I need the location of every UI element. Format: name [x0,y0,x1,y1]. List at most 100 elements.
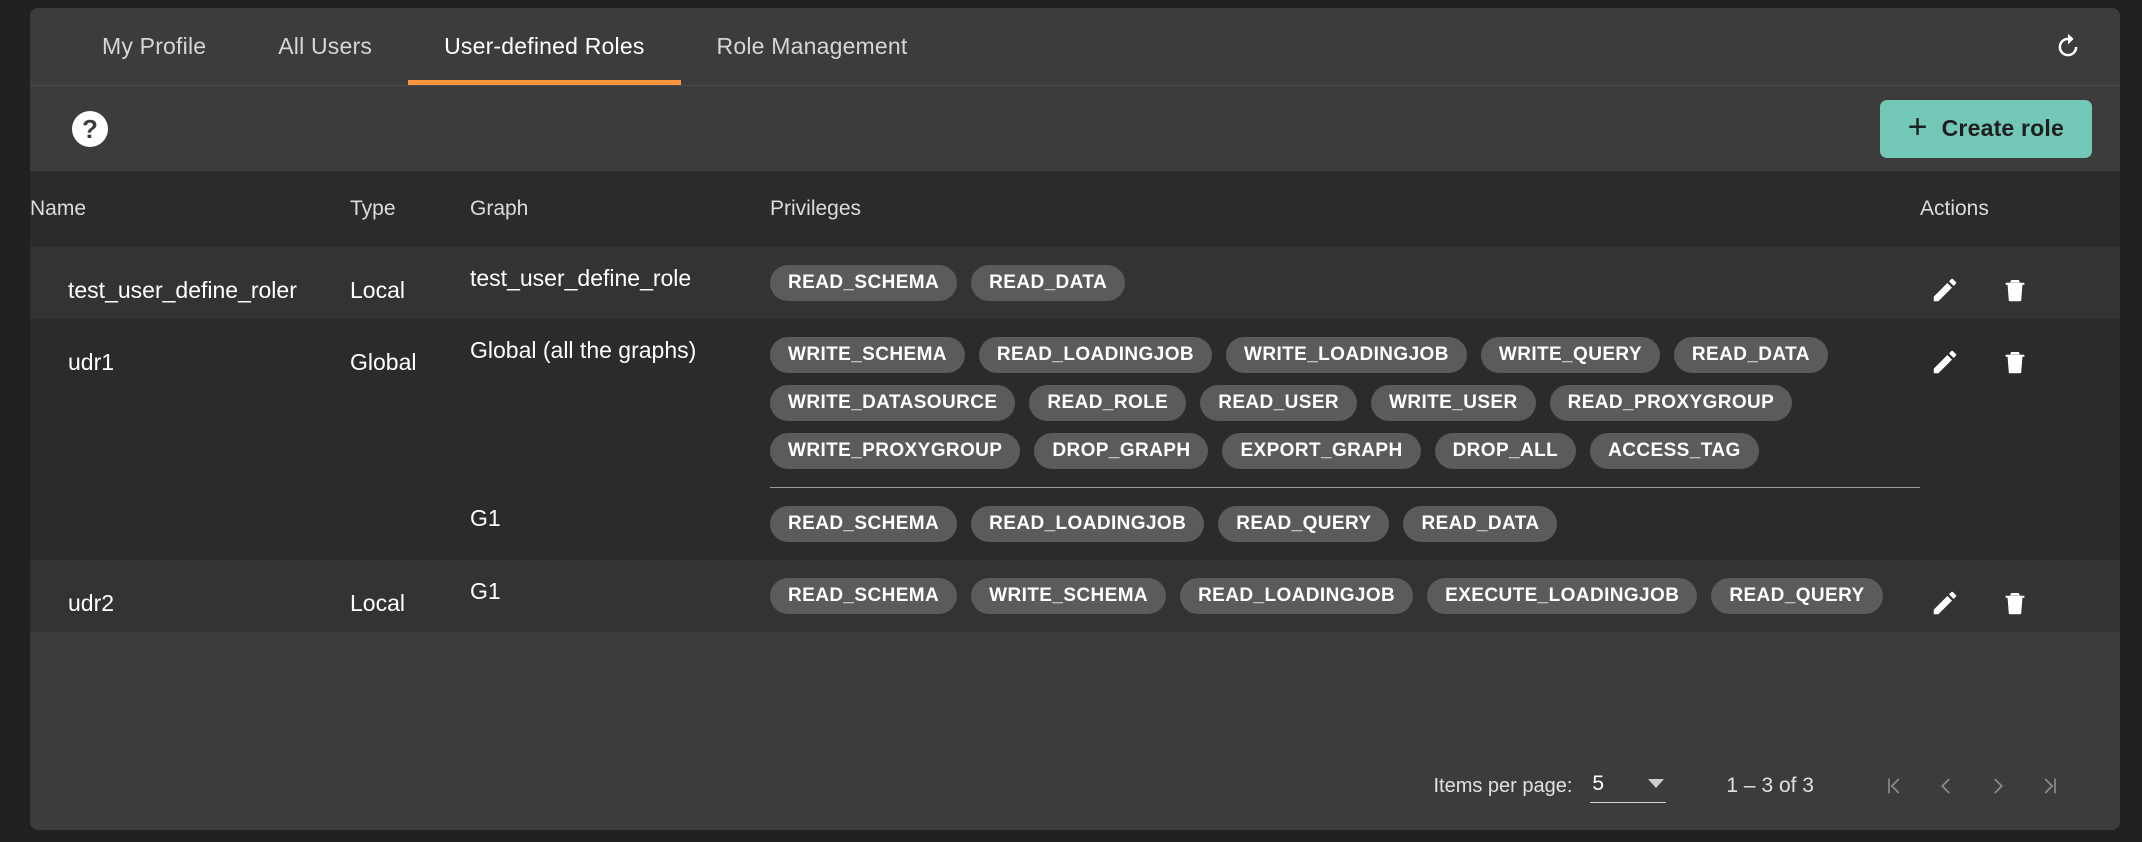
items-per-page-value: 5 [1592,772,1604,796]
cell-actions [1920,560,2120,632]
column-header-type: Type [350,171,470,247]
privilege-chip[interactable]: WRITE_USER [1371,385,1536,421]
graph-group: G1 [470,578,501,605]
privilege-chip[interactable]: READ_ROLE [1029,385,1186,421]
privilege-chip[interactable]: WRITE_LOADINGJOB [1226,337,1467,373]
privilege-chip[interactable]: WRITE_SCHEMA [770,337,965,373]
cell-privileges: READ_SCHEMA WRITE_SCHEMA READ_LOADINGJOB EX… [770,560,1920,632]
edit-role-button[interactable] [1928,586,1962,620]
refresh-icon [2053,32,2083,62]
first-page-icon [1881,773,1907,799]
cell-actions [1920,247,2120,319]
graph-group-list: G1 [470,560,770,632]
tab-list: My Profile All Users User-defined Roles … [30,8,944,85]
edit-role-button[interactable] [1928,273,1962,307]
refresh-button[interactable] [2046,25,2090,69]
privilege-group: WRITE_SCHEMA READ_LOADINGJOB WRITE_LOADING… [770,319,1920,487]
items-per-page-select[interactable]: 5 [1590,770,1666,803]
privilege-chip[interactable]: DROP_ALL [1435,433,1577,469]
cell-role-type: Global [350,319,470,560]
privilege-chip[interactable]: WRITE_SCHEMA [971,578,1166,614]
cell-privileges: WRITE_SCHEMA READ_LOADINGJOB WRITE_LOADING… [770,319,1920,560]
cell-graph: test_user_define_role [470,247,770,319]
privilege-chip[interactable]: READ_SCHEMA [770,265,957,301]
cell-role-name: udr2 [30,560,350,632]
privilege-chip[interactable]: READ_DATA [1403,506,1557,542]
next-page-button[interactable] [1972,760,2024,812]
cell-privileges: READ_SCHEMA READ_DATA [770,247,1920,319]
row-action-buttons [1920,345,2120,379]
next-page-icon [1985,773,2011,799]
last-page-icon [2037,773,2063,799]
graph-group-list: test_user_define_role [470,247,770,319]
table-body: test_user_define_rolerLocaltest_user_def… [30,247,2120,632]
delete-icon [2000,275,2030,305]
create-role-button[interactable]: + Create role [1880,100,2092,158]
privilege-chip[interactable]: EXECUTE_LOADINGJOB [1427,578,1697,614]
delete-icon [2000,347,2030,377]
privilege-chip[interactable]: WRITE_PROXYGROUP [770,433,1020,469]
privilege-chip[interactable]: WRITE_DATASOURCE [770,385,1015,421]
table-row: udr2LocalG1READ_SCHEMAWRITE_SCHEMAREAD_L… [30,560,2120,632]
privilege-group: READ_SCHEMA READ_DATA [770,247,1920,319]
tab-all-users[interactable]: All Users [242,8,408,85]
plus-icon: + [1908,110,1928,144]
privilege-chip-list: READ_SCHEMA READ_LOADINGJOB READ_QUERY READ… [770,506,1900,542]
tab-my-profile[interactable]: My Profile [66,8,242,85]
privilege-chip[interactable]: ACCESS_TAG [1590,433,1758,469]
delete-role-button[interactable] [1998,586,2032,620]
privilege-chip[interactable]: WRITE_QUERY [1481,337,1660,373]
privilege-chip[interactable]: EXPORT_GRAPH [1222,433,1420,469]
privilege-chip[interactable]: READ_SCHEMA [770,578,957,614]
privilege-chip[interactable]: READ_QUERY [1218,506,1389,542]
cell-graph: Global (all the graphs)G1 [470,319,770,560]
table-row: udr1GlobalGlobal (all the graphs)G1WRITE… [30,319,2120,560]
delete-role-button[interactable] [1998,345,2032,379]
cell-role-name: udr1 [30,319,350,560]
roles-table: Name Type Graph Privileges Actions test_… [30,171,2120,632]
edit-icon [1930,347,1960,377]
previous-page-button[interactable] [1920,760,1972,812]
tab-label: My Profile [102,33,206,60]
graph-group: test_user_define_role [470,265,691,292]
graph-group-list: Global (all the graphs)G1 [470,319,770,560]
help-icon[interactable]: ? [72,111,108,147]
table-header: Name Type Graph Privileges Actions [30,171,2120,247]
graph-label: test_user_define_role [470,265,691,292]
column-header-name: Name [30,171,350,247]
tab-bar: My Profile All Users User-defined Roles … [30,8,2120,86]
table-row: test_user_define_rolerLocaltest_user_def… [30,247,2120,319]
privilege-chip[interactable]: READ_LOADINGJOB [1180,578,1413,614]
delete-icon [2000,588,2030,618]
create-role-label: Create role [1942,115,2064,142]
privilege-chip[interactable]: READ_PROXYGROUP [1550,385,1793,421]
privilege-group: READ_SCHEMA READ_LOADINGJOB READ_QUERY READ… [770,487,1920,560]
cell-role-type: Local [350,247,470,319]
toolbar: ? + Create role [30,86,2120,171]
privilege-chip[interactable]: READ_LOADINGJOB [971,506,1204,542]
first-page-button[interactable] [1868,760,1920,812]
pagination-range-label: 1 – 3 of 3 [1726,774,1814,798]
privilege-chip[interactable]: READ_SCHEMA [770,506,957,542]
privilege-chip[interactable]: READ_USER [1200,385,1357,421]
tab-role-management[interactable]: Role Management [681,8,944,85]
delete-role-button[interactable] [1998,273,2032,307]
tab-label: Role Management [717,33,908,60]
roles-card: My Profile All Users User-defined Roles … [30,8,2120,830]
graph-group: G1 [470,505,501,532]
row-action-buttons [1920,273,2120,307]
edit-role-button[interactable] [1928,345,1962,379]
last-page-button[interactable] [2024,760,2076,812]
privilege-chip[interactable]: DROP_GRAPH [1034,433,1208,469]
privilege-chip[interactable]: READ_DATA [1674,337,1828,373]
graph-label: G1 [470,505,501,532]
tab-user-defined-roles[interactable]: User-defined Roles [408,8,680,85]
graph-label: G1 [470,578,501,605]
chevron-down-icon [1648,779,1664,788]
privilege-chip[interactable]: READ_QUERY [1711,578,1882,614]
privilege-chip[interactable]: READ_LOADINGJOB [979,337,1212,373]
edit-icon [1930,275,1960,305]
privilege-group: READ_SCHEMA WRITE_SCHEMA READ_LOADINGJOB EX… [770,560,1920,632]
privilege-chip[interactable]: READ_DATA [971,265,1125,301]
cell-graph: G1 [470,560,770,632]
